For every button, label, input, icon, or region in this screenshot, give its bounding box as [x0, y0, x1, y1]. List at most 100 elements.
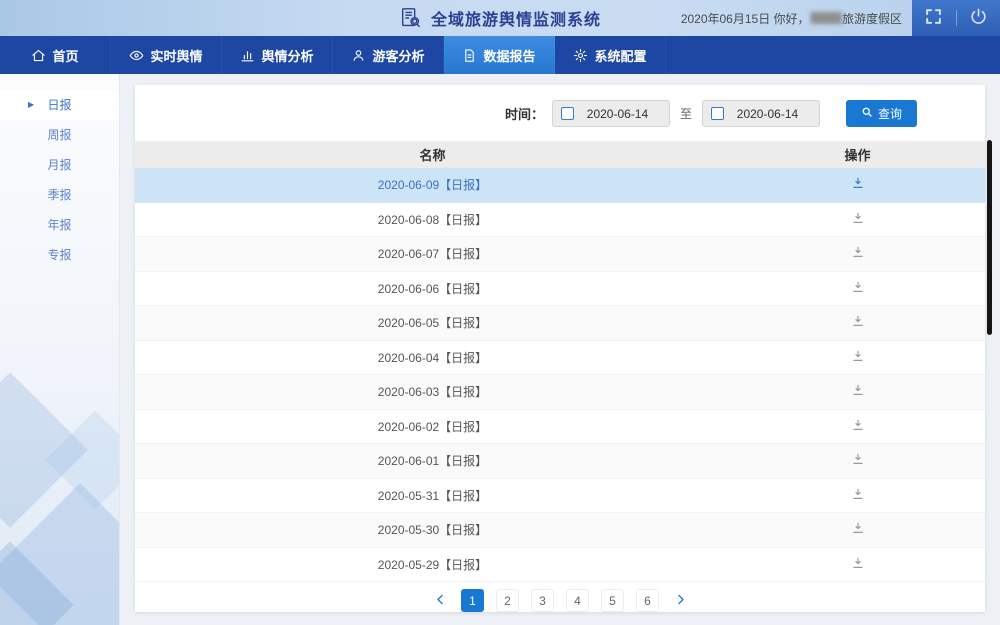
download-button[interactable]	[849, 347, 867, 368]
download-button[interactable]	[849, 174, 867, 195]
nav-item-opinion-analysis[interactable]: 舆情分析	[222, 36, 333, 74]
sidebar-item-monthly[interactable]: ▶月报	[0, 150, 119, 180]
row-actions	[730, 312, 985, 333]
content-area: 时间： 2020-06-14 至 2020-06-14	[120, 74, 1000, 625]
nav-item-system-config[interactable]: 系统配置	[555, 36, 666, 74]
report-name: 2020-06-06【日报】	[135, 280, 730, 297]
document-icon	[462, 48, 477, 63]
table-row[interactable]: 2020-06-04【日报】	[135, 341, 985, 376]
table-row[interactable]: 2020-06-08【日报】	[135, 203, 985, 238]
pagination: 123456	[135, 582, 985, 612]
download-button[interactable]	[849, 243, 867, 264]
table-row[interactable]: 2020-05-30【日报】	[135, 513, 985, 548]
download-icon	[851, 316, 865, 331]
table-row[interactable]: 2020-06-01【日报】	[135, 444, 985, 479]
table-row[interactable]: 2020-06-09【日报】	[135, 168, 985, 203]
nav-item-label: 首页	[52, 46, 78, 65]
nav-item-visitor-analysis[interactable]: 游客分析	[333, 36, 444, 74]
calendar-icon	[711, 107, 724, 120]
download-button[interactable]	[849, 312, 867, 333]
search-button[interactable]: 查询	[846, 100, 917, 127]
prev-page-button[interactable]	[431, 592, 449, 610]
nav-item-label: 数据报告	[483, 46, 535, 65]
nav-item-label: 系统配置	[594, 46, 646, 65]
download-button[interactable]	[849, 209, 867, 230]
table-row[interactable]: 2020-06-07【日报】	[135, 237, 985, 272]
chevron-left-icon	[433, 592, 448, 610]
main-nav: 首页 实时舆情 舆情分析 游客分析 数据报告 系统配置	[0, 36, 1000, 74]
table-row[interactable]: 2020-05-31【日报】	[135, 479, 985, 514]
newspaper-magnifier-icon	[399, 6, 423, 30]
search-icon	[861, 106, 873, 121]
table-header: 名称 操作	[135, 141, 985, 168]
download-button[interactable]	[849, 519, 867, 540]
report-name: 2020-05-30【日报】	[135, 521, 730, 538]
user-icon	[351, 48, 366, 63]
sidebar-item-weekly[interactable]: ▶周报	[0, 120, 119, 150]
filter-bar: 时间： 2020-06-14 至 2020-06-14	[135, 85, 985, 127]
row-actions	[730, 209, 985, 230]
table-row[interactable]: 2020-06-03【日报】	[135, 375, 985, 410]
bar-chart-icon	[240, 48, 255, 63]
active-arrow-icon: ▶	[28, 90, 34, 120]
next-page-button[interactable]	[671, 592, 689, 610]
report-card: 时间： 2020-06-14 至 2020-06-14	[135, 85, 985, 612]
sidebar-item-yearly[interactable]: ▶年报	[0, 210, 119, 240]
date-from-value: 2020-06-14	[574, 107, 661, 121]
page-button-3[interactable]: 3	[531, 589, 554, 612]
nav-item-realtime-opinion[interactable]: 实时舆情	[111, 36, 222, 74]
sidebar-decoration	[0, 325, 119, 625]
header-divider	[956, 10, 957, 26]
fullscreen-icon	[924, 7, 943, 29]
download-button[interactable]	[849, 554, 867, 575]
nav-item-label: 游客分析	[372, 46, 424, 65]
sidebar-item-label: 年报	[47, 218, 71, 232]
row-actions	[730, 278, 985, 299]
nav-item-label: 实时舆情	[150, 46, 202, 65]
calendar-icon	[561, 107, 574, 120]
download-button[interactable]	[849, 381, 867, 402]
date-to-value: 2020-06-14	[724, 107, 811, 121]
table-row[interactable]: 2020-06-06【日报】	[135, 272, 985, 307]
table-row[interactable]: 2020-06-02【日报】	[135, 410, 985, 445]
sidebar-item-daily[interactable]: ▶日报	[0, 90, 119, 120]
page-button-1[interactable]: 1	[461, 589, 484, 612]
date-to-input[interactable]: 2020-06-14	[702, 100, 820, 127]
app-title: 全域旅游舆情监测系统	[431, 6, 601, 30]
sidebar-item-quarterly[interactable]: ▶季报	[0, 180, 119, 210]
download-icon	[851, 213, 865, 228]
app-window: 全域旅游舆情监测系统 2020年06月15日 你好， █████ 旅游度假区	[0, 0, 1000, 625]
report-name: 2020-06-05【日报】	[135, 314, 730, 331]
nav-item-home[interactable]: 首页	[0, 36, 111, 74]
download-button[interactable]	[849, 485, 867, 506]
table-row[interactable]: 2020-05-29【日报】	[135, 548, 985, 583]
sidebar-item-label: 周报	[47, 128, 71, 142]
download-button[interactable]	[849, 416, 867, 437]
page-button-6[interactable]: 6	[636, 589, 659, 612]
page-button-2[interactable]: 2	[496, 589, 519, 612]
download-icon	[851, 523, 865, 538]
brand: 全域旅游舆情监测系统	[399, 0, 601, 36]
scrollbar-thumb[interactable]	[987, 140, 992, 335]
time-label: 时间：	[505, 104, 544, 123]
row-actions	[730, 174, 985, 195]
sidebar-item-special[interactable]: ▶专报	[0, 240, 119, 270]
fullscreen-button[interactable]	[923, 7, 945, 29]
table-row[interactable]: 2020-06-05【日报】	[135, 306, 985, 341]
page-button-5[interactable]: 5	[601, 589, 624, 612]
download-button[interactable]	[849, 450, 867, 471]
row-actions	[730, 485, 985, 506]
download-icon	[851, 247, 865, 262]
power-button[interactable]	[967, 7, 989, 29]
report-name: 2020-06-03【日报】	[135, 383, 730, 400]
nav-item-data-report[interactable]: 数据报告	[444, 36, 555, 74]
user-info: 2020年06月15日 你好， █████ 旅游度假区	[681, 0, 902, 36]
page-button-4[interactable]: 4	[566, 589, 589, 612]
to-label: 至	[680, 105, 692, 122]
masked-org-name: █████	[811, 13, 841, 24]
download-icon	[851, 178, 865, 193]
date-from-input[interactable]: 2020-06-14	[552, 100, 670, 127]
download-button[interactable]	[849, 278, 867, 299]
row-actions	[730, 554, 985, 575]
header-actions	[912, 0, 1000, 36]
